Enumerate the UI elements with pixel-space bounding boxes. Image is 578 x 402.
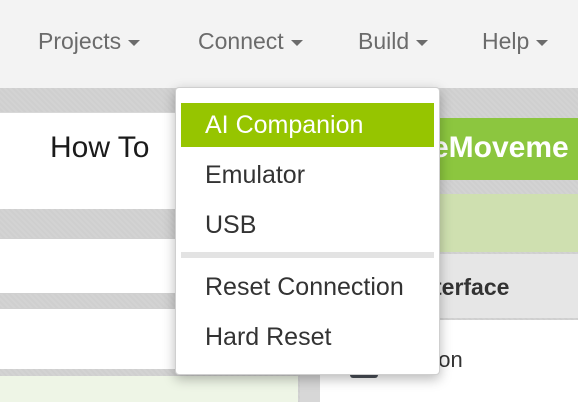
- menu-item-reset-connection[interactable]: Reset Connection: [181, 265, 434, 309]
- menu-item-ai-companion[interactable]: AI Companion: [181, 103, 434, 147]
- left-panel-row[interactable]: [0, 376, 298, 402]
- menu-build[interactable]: Build: [358, 28, 429, 55]
- chevron-down-icon: [536, 40, 549, 46]
- menu-help[interactable]: Help: [482, 28, 549, 55]
- menu-separator: [181, 252, 434, 258]
- right-panel-title: eMoveme: [432, 131, 569, 164]
- user-interface-label: terface: [434, 274, 510, 300]
- menu-build-label: Build: [358, 28, 410, 54]
- left-panel-title: How To: [50, 131, 150, 164]
- menu-item-hard-reset[interactable]: Hard Reset: [181, 315, 434, 359]
- chevron-down-icon: [416, 40, 429, 46]
- menu-item-emulator[interactable]: Emulator: [181, 153, 434, 197]
- chevron-down-icon: [128, 40, 141, 46]
- menu-item-usb[interactable]: USB: [181, 203, 434, 247]
- menu-projects[interactable]: Projects: [38, 28, 141, 55]
- chevron-down-icon: [290, 40, 303, 46]
- menu-connect-label: Connect: [198, 28, 284, 54]
- menu-projects-label: Projects: [38, 28, 122, 54]
- connect-dropdown-menu: AI Companion Emulator USB Reset Connecti…: [175, 87, 440, 375]
- menu-help-label: Help: [482, 28, 530, 54]
- menu-connect[interactable]: Connect: [198, 28, 303, 55]
- top-menu-bar: Projects Connect Build Help: [0, 0, 578, 88]
